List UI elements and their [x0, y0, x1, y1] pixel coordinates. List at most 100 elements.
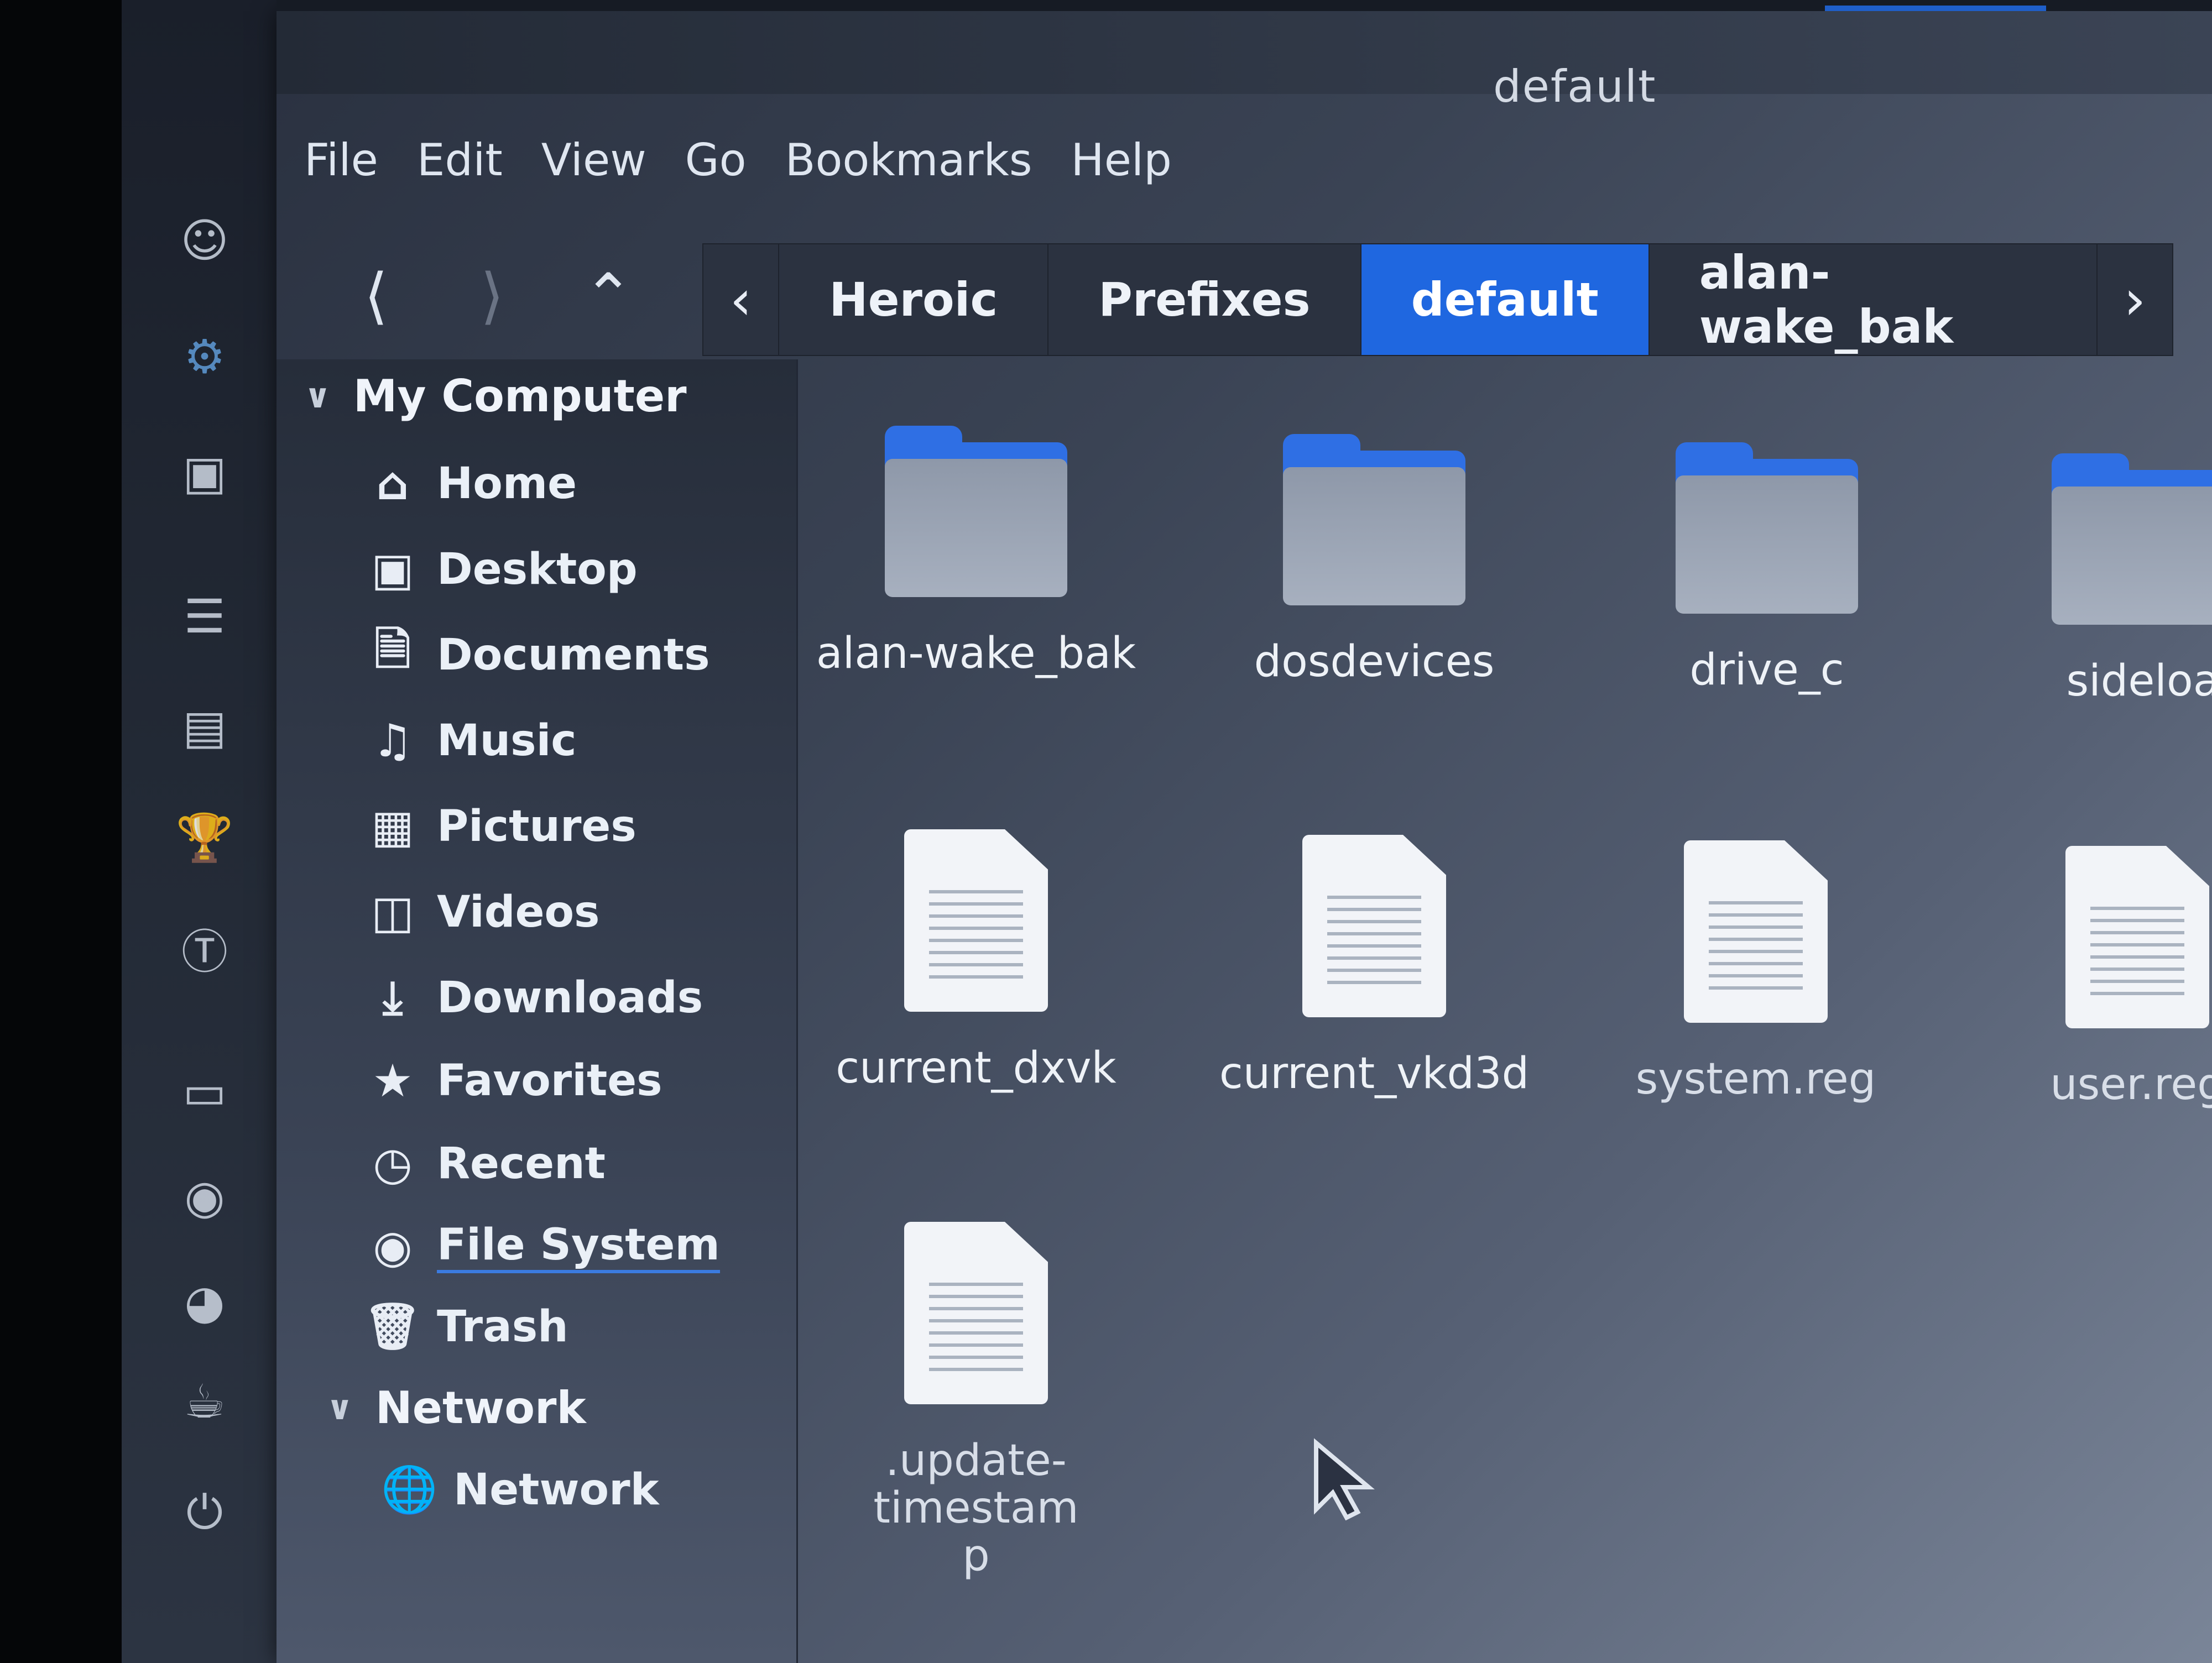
menu-edit[interactable]: Edit: [406, 127, 530, 194]
star-icon: ★: [372, 1054, 413, 1107]
section-my-computer[interactable]: ∨ My Computer: [304, 370, 687, 422]
sidebar-item-pictures[interactable]: ▦ Pictures: [359, 791, 637, 862]
sidebar-item-favorites[interactable]: ★ Favorites: [359, 1045, 662, 1117]
book-icon[interactable]: ▭: [174, 1061, 235, 1122]
chevron-down-icon: ∨: [326, 1388, 353, 1427]
text-file-icon: [1302, 835, 1446, 1017]
sidebar-item-downloads[interactable]: ⤓ Downloads: [359, 962, 703, 1034]
trophy-icon[interactable]: 🏆: [174, 807, 235, 868]
file-name: system.reg: [1635, 1054, 1876, 1104]
file-item[interactable]: current_vkd3d: [1219, 835, 1529, 1098]
file-name: .update-timestamp: [873, 1436, 1079, 1581]
sidebar-item-trash[interactable]: 🗑 Trash: [359, 1291, 568, 1363]
breadcrumb-heroic[interactable]: Heroic: [779, 244, 1049, 355]
folder-item[interactable]: alan-wake_bak: [816, 426, 1136, 678]
sidebar-item-recent[interactable]: ◷ Recent: [359, 1128, 606, 1200]
file-item[interactable]: system.reg: [1601, 840, 1911, 1104]
desktop-icon: ▣: [371, 543, 414, 596]
sidebar-item-label: File System: [437, 1220, 720, 1273]
store-icon[interactable]: ▣: [174, 442, 235, 503]
sidebar-item-label: Pictures: [437, 802, 637, 851]
file-item[interactable]: .update-timestamp: [821, 1222, 1131, 1580]
folder-item[interactable]: drive_c: [1612, 442, 1922, 694]
sidebar-item-label: Music: [437, 716, 577, 766]
sidebar-item-label: Favorites: [437, 1056, 662, 1106]
sidebar-item-home[interactable]: ⌂ Home: [359, 448, 577, 520]
file-name: sideloa: [2066, 656, 2212, 706]
section-network[interactable]: ∨ Network: [326, 1382, 586, 1434]
sidebar-item-network[interactable]: 🌐 Network: [376, 1454, 659, 1526]
folder-icon: [1283, 434, 1465, 605]
home-icon: ⌂: [376, 457, 409, 510]
breadcrumb-default[interactable]: default: [1361, 244, 1650, 355]
menu-bookmarks[interactable]: Bookmarks: [774, 127, 1060, 194]
chevron-left-icon: ‹: [729, 267, 752, 332]
text-file-icon: [904, 829, 1048, 1012]
forward-button[interactable]: ⟩: [442, 254, 542, 337]
breadcrumb-scroll-right[interactable]: ›: [2098, 244, 2172, 355]
palette-icon[interactable]: ◕: [174, 1272, 235, 1332]
mouse-pointer-icon: [1314, 1438, 1375, 1520]
file-name: current_vkd3d: [1219, 1049, 1530, 1099]
text-file-icon: [904, 1222, 1048, 1404]
sidebar-item-videos[interactable]: ◫ Videos: [359, 876, 599, 948]
music-icon: ♫: [372, 714, 413, 767]
menu-help[interactable]: Help: [1060, 127, 1199, 194]
breadcrumb: ‹ Heroic Prefixes default alan-wake_bak …: [702, 243, 2173, 356]
menu-go[interactable]: Go: [674, 127, 774, 194]
file-item[interactable]: current_dxvk: [821, 829, 1131, 1092]
sidebar-item-label: Downloads: [437, 973, 703, 1023]
sidebar-item-label: Videos: [437, 887, 600, 937]
drive-icon: ◉: [373, 1220, 413, 1273]
sliders-icon[interactable]: ☰: [174, 586, 235, 647]
sidebar-item-label: Desktop: [437, 545, 638, 594]
settings-app-icon[interactable]: ⚙: [174, 326, 235, 387]
breadcrumb-alan-wake-bak[interactable]: alan-wake_bak: [1650, 244, 2098, 355]
documents-icon: 🗎: [374, 624, 411, 676]
menu-view[interactable]: View: [530, 127, 674, 194]
title-bar: default: [276, 11, 2212, 112]
pictures-icon: ▦: [371, 800, 414, 853]
folder-icon: [1676, 442, 1858, 614]
back-button[interactable]: ⟨: [326, 254, 426, 337]
sidebar-item-music[interactable]: ♫ Music: [359, 705, 577, 777]
discord-icon[interactable]: ◉: [174, 1167, 235, 1227]
file-item[interactable]: user.reg: [1983, 846, 2212, 1109]
file-name: alan-wake_bak: [816, 629, 1136, 678]
sidebar-item-documents[interactable]: 🗎 Documents: [359, 619, 710, 691]
section-title: My Computer: [353, 370, 687, 422]
up-button[interactable]: ⌃: [559, 254, 658, 337]
menu-file[interactable]: File: [293, 127, 406, 194]
sidebar-item-label: Recent: [437, 1139, 606, 1189]
breadcrumb-prefixes[interactable]: Prefixes: [1048, 244, 1361, 355]
text-file-icon: [1684, 840, 1828, 1023]
chevron-right-icon: ⟩: [480, 260, 504, 331]
sidebar-item-desktop[interactable]: ▣ Desktop: [359, 534, 638, 605]
breadcrumb-scroll-left[interactable]: ‹: [703, 244, 780, 355]
globe-icon: 🌐: [380, 1463, 438, 1516]
file-view: alan-wake_bak dosdevices drive_c sideloa…: [799, 359, 2212, 1663]
chevron-right-icon: ›: [2124, 267, 2146, 332]
window-title: default: [1493, 61, 1657, 112]
folder-icon: [885, 426, 1067, 597]
places-sidebar: ∨ My Computer ⌂ Home ▣ Desktop 🗎 Documen…: [276, 359, 798, 1663]
library-icon[interactable]: ▤: [174, 697, 235, 757]
folder-item[interactable]: sideloa: [1988, 453, 2212, 705]
menu-bar: File Edit View Go Bookmarks Help: [293, 127, 1199, 194]
sidebar-item-file-system[interactable]: ◉ File System: [359, 1211, 720, 1283]
screen-bezel: [0, 0, 122, 1663]
videos-icon: ◫: [371, 886, 414, 939]
sidebar-item-label: Trash: [437, 1302, 568, 1352]
trash-icon: 🗑: [363, 1300, 422, 1353]
accessibility-icon[interactable]: Ⓣ: [174, 918, 235, 979]
file-name: drive_c: [1689, 645, 1844, 695]
folder-item[interactable]: dosdevices: [1219, 434, 1529, 686]
power-icon[interactable]: ⏻: [174, 1482, 235, 1542]
sidebar-item-label: Home: [437, 459, 577, 509]
coffee-icon[interactable]: ☕: [174, 1371, 235, 1432]
section-title: Network: [375, 1382, 586, 1434]
user-icon[interactable]: ☺: [174, 210, 235, 271]
text-file-icon: [2065, 846, 2209, 1028]
file-name: dosdevices: [1254, 637, 1495, 687]
sidebar-item-label: Documents: [437, 630, 710, 680]
